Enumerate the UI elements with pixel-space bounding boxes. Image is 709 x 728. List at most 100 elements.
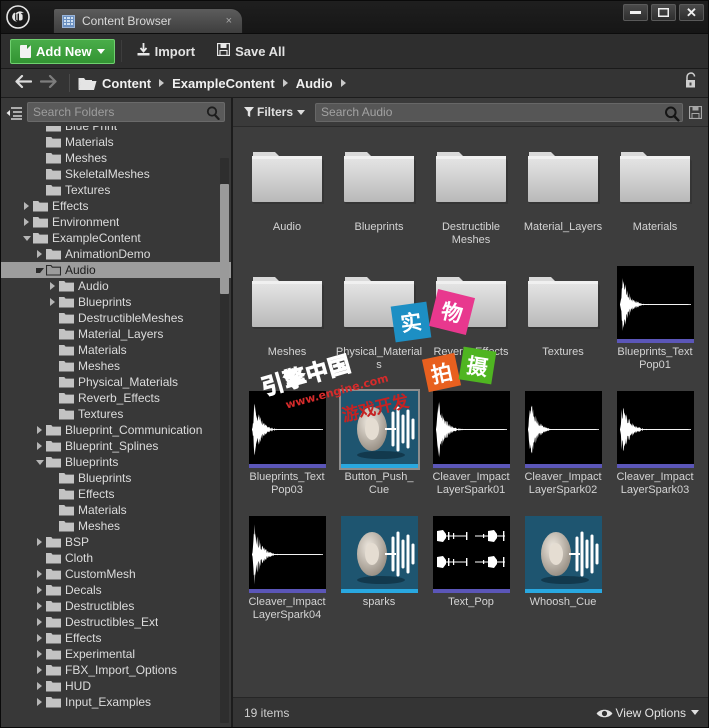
nav-back-button[interactable]: [11, 74, 36, 91]
sidebar-item-reverb-effects[interactable]: Reverb_Effects: [1, 390, 231, 406]
tree-options-icon[interactable]: [6, 105, 22, 120]
asset-thumbnail[interactable]: [609, 387, 701, 471]
breadcrumb-chevron-icon[interactable]: [340, 79, 346, 87]
expander-open-icon[interactable]: [33, 459, 46, 465]
asset-thumbnail[interactable]: [241, 387, 333, 471]
asset-tile[interactable]: Reverb_Effects: [425, 262, 517, 385]
sidebar-item-bsp[interactable]: BSP: [1, 534, 231, 550]
sidebar-item-materials[interactable]: Materials: [1, 502, 231, 518]
asset-thumbnail[interactable]: [425, 137, 517, 221]
asset-tile[interactable]: Meshes: [241, 262, 333, 385]
sidebar-item-textures[interactable]: Textures: [1, 406, 231, 422]
breadcrumb-item-audio[interactable]: Audio: [296, 76, 333, 91]
asset-tile[interactable]: Material_Layers: [517, 137, 609, 260]
breadcrumb-item-examplecontent[interactable]: ExampleContent: [172, 76, 275, 91]
expander-closed-icon[interactable]: [33, 538, 46, 546]
sidebar-item-meshes[interactable]: Meshes: [1, 518, 231, 534]
asset-thumbnail[interactable]: [425, 262, 517, 346]
sidebar-item-examplecontent[interactable]: ExampleContent: [1, 230, 231, 246]
sidebar-item-materials[interactable]: Materials: [1, 134, 231, 150]
asset-tile[interactable]: sparks: [333, 512, 425, 635]
sidebar-item-destructibles-ext[interactable]: Destructibles_Ext: [1, 614, 231, 630]
asset-thumbnail[interactable]: [517, 387, 609, 471]
asset-thumbnail[interactable]: [241, 262, 333, 346]
sidebar-item-experimental[interactable]: Experimental: [1, 646, 231, 662]
sidebar-item-material-layers[interactable]: Material_Layers: [1, 326, 231, 342]
expander-closed-icon[interactable]: [33, 698, 46, 706]
lock-toggle-button[interactable]: [683, 72, 700, 94]
asset-tile[interactable]: Destructible Meshes: [425, 137, 517, 260]
expander-closed-icon[interactable]: [33, 618, 46, 626]
sidebar-item-meshes[interactable]: Meshes: [1, 150, 231, 166]
sidebar-item-audio[interactable]: Audio: [1, 278, 231, 294]
folder-tree[interactable]: Blue Print Materials Meshes SkeletalMeshes T…: [1, 126, 231, 727]
expander-closed-icon[interactable]: [33, 426, 46, 434]
add-new-button[interactable]: Add New: [10, 38, 115, 64]
sidebar-item-blueprints[interactable]: Blueprints: [1, 294, 231, 310]
tab-content-browser[interactable]: Content Browser ×: [53, 8, 243, 33]
expander-closed-icon[interactable]: [46, 282, 59, 290]
asset-thumbnail[interactable]: [425, 512, 517, 596]
expander-closed-icon[interactable]: [33, 442, 46, 450]
asset-tile[interactable]: Whoosh_Cue: [517, 512, 609, 635]
sidebar-item-blueprint-splines[interactable]: Blueprint_Splines: [1, 438, 231, 454]
expander-closed-icon[interactable]: [46, 298, 59, 306]
asset-tile[interactable]: Cleaver_Impact LayerSpark03: [609, 387, 701, 510]
sidebar-item-destructibles[interactable]: Destructibles: [1, 598, 231, 614]
maximize-button[interactable]: [651, 4, 676, 21]
asset-thumbnail[interactable]: [425, 387, 517, 471]
sidebar-item-skeletalmeshes[interactable]: SkeletalMeshes: [1, 166, 231, 182]
asset-thumbnail[interactable]: [333, 137, 425, 221]
minimize-button[interactable]: [623, 4, 648, 21]
sidebar-scrollbar[interactable]: [220, 158, 229, 723]
expander-closed-icon[interactable]: [20, 202, 33, 210]
asset-tile[interactable]: Text_Pop: [425, 512, 517, 635]
expander-closed-icon[interactable]: [33, 586, 46, 594]
asset-tile[interactable]: Cleaver_Impact LayerSpark02: [517, 387, 609, 510]
sidebar-item-input-examples[interactable]: Input_Examples: [1, 694, 231, 710]
expander-closed-icon[interactable]: [33, 570, 46, 578]
sidebar-item-blue-print[interactable]: Blue Print: [1, 126, 231, 134]
save-all-button[interactable]: Save All: [208, 39, 294, 64]
asset-thumbnail[interactable]: [609, 137, 701, 221]
asset-thumbnail[interactable]: [333, 262, 425, 346]
asset-tile[interactable]: Cleaver_Impact LayerSpark04: [241, 512, 333, 635]
save-search-icon[interactable]: [688, 105, 703, 119]
asset-thumbnail[interactable]: [241, 512, 333, 596]
sidebar-item-meshes[interactable]: Meshes: [1, 358, 231, 374]
asset-grid[interactable]: Audio Blueprints Destructible Meshes Materi…: [233, 127, 708, 697]
asset-thumbnail[interactable]: [609, 262, 701, 346]
expander-closed-icon[interactable]: [20, 218, 33, 226]
sidebar-item-effects[interactable]: Effects: [1, 486, 231, 502]
sidebar-item-blueprints[interactable]: Blueprints: [1, 470, 231, 486]
sidebar-item-effects[interactable]: Effects: [1, 198, 231, 214]
sidebar-item-fbx-import-options[interactable]: FBX_Import_Options: [1, 662, 231, 678]
sidebar-item-cloth[interactable]: Cloth: [1, 550, 231, 566]
asset-tile[interactable]: Button_Push_ Cue: [333, 387, 425, 510]
asset-thumbnail[interactable]: [333, 387, 425, 471]
asset-tile[interactable]: Blueprints_Text Pop01: [609, 262, 701, 385]
asset-thumbnail[interactable]: [241, 137, 333, 221]
breadcrumb-chevron-icon[interactable]: [282, 79, 288, 87]
expander-open-icon[interactable]: [20, 235, 33, 241]
asset-tile[interactable]: Blueprints: [333, 137, 425, 260]
asset-thumbnail[interactable]: [517, 262, 609, 346]
view-options-button[interactable]: View Options: [596, 706, 699, 720]
sidebar-item-environment[interactable]: Environment: [1, 214, 231, 230]
search-folders-input[interactable]: Search Folders: [27, 102, 225, 122]
search-assets-input[interactable]: Search Audio: [315, 102, 683, 122]
sidebar-item-audio[interactable]: Audio: [1, 262, 231, 278]
expander-closed-icon[interactable]: [33, 602, 46, 610]
asset-thumbnail[interactable]: [517, 512, 609, 596]
asset-tile[interactable]: Cleaver_Impact LayerSpark01: [425, 387, 517, 510]
sidebar-item-textures[interactable]: Textures: [1, 182, 231, 198]
expander-closed-icon[interactable]: [33, 250, 46, 258]
asset-thumbnail[interactable]: [517, 137, 609, 221]
nav-forward-button[interactable]: [36, 74, 61, 91]
expander-closed-icon[interactable]: [33, 682, 46, 690]
sidebar-item-effects[interactable]: Effects: [1, 630, 231, 646]
breadcrumb-item-content[interactable]: Content: [102, 76, 151, 91]
sidebar-item-custommesh[interactable]: CustomMesh: [1, 566, 231, 582]
asset-tile[interactable]: Materials: [609, 137, 701, 260]
expander-closed-icon[interactable]: [33, 666, 46, 674]
